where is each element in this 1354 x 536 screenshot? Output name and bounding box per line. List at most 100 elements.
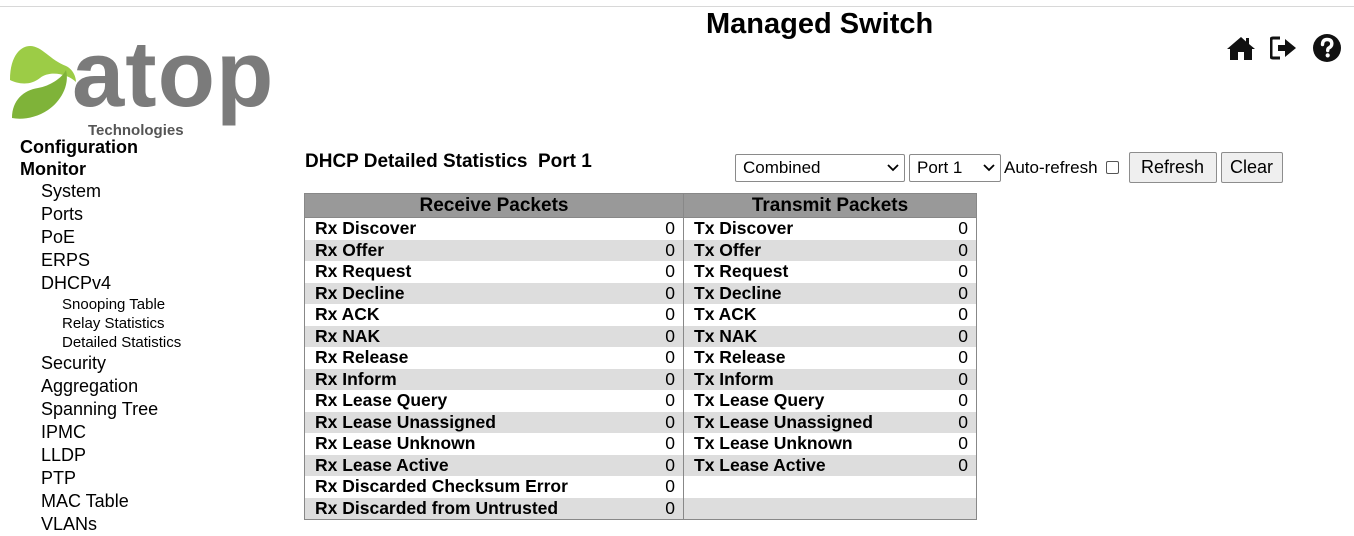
top-divider [0,6,1354,7]
rx-label: Rx Lease Active [304,454,599,476]
port-select-value: Port 1 [917,157,963,177]
tx-label: Tx Lease Unassigned [683,411,898,433]
tx-label: Tx ACK [683,304,898,326]
nav-monitor[interactable]: Monitor [20,158,181,180]
tx-value: 0 [898,325,977,347]
tx-value: 0 [958,218,968,239]
rx-value: 0 [665,476,675,497]
tx-label [683,476,898,498]
nav-sub-relay-statistics[interactable]: Relay Statistics [20,314,181,333]
tx-label: Tx Lease Query [683,390,898,412]
rx-value: 0 [665,261,675,282]
rx-value: 0 [599,282,684,304]
tx-label: Tx NAK [683,325,898,347]
rx-value: 0 [665,347,675,368]
tx-label: Tx Lease Active [683,454,898,476]
table-row: Rx Discarded from Untrusted 0 [304,497,977,520]
tx-label: Tx Inform [683,368,898,390]
rx-label: Rx Inform [304,368,599,390]
tx-value: 0 [898,239,977,261]
nav-item-spanning-tree[interactable]: Spanning Tree [20,398,181,421]
table-row: Rx Release 0 Tx Release 0 [305,347,977,369]
refresh-button[interactable]: Refresh [1128,152,1217,183]
rx-value: 0 [665,390,675,411]
tx-value: 0 [898,411,977,433]
rx-label: Rx Lease Unassigned [304,411,599,433]
rx-label: Rx Release [315,347,409,368]
rx-header: Receive Packets [304,193,684,218]
home-icon[interactable] [1226,35,1256,61]
tx-label: Tx Discover [683,217,898,240]
mode-select[interactable]: Combined [735,153,905,182]
rx-value: 0 [665,433,675,454]
port-select[interactable]: Port 1 [909,153,1001,182]
tx-value: 0 [898,368,977,390]
nav-item-security[interactable]: Security [20,352,181,375]
tx-value: 0 [958,347,968,368]
dhcp-stats-table: Receive Packets Transmit Packets Rx Disc… [304,193,977,520]
tx-value: 0 [958,433,968,454]
rx-value: 0 [665,218,675,239]
mode-select-value: Combined [743,157,821,177]
header-icon-bar [1226,33,1342,63]
rx-label: Rx Decline [304,282,599,304]
table-row: Rx Lease Unassigned 0 Tx Lease Unassigned 0 [304,411,977,433]
nav-sub-detailed-statistics[interactable]: Detailed Statistics [20,333,181,352]
table-row: Rx Lease Query 0 Tx Lease Query 0 [305,390,977,412]
tx-value: 0 [898,282,977,304]
rx-value: 0 [599,368,684,390]
nav-item-system[interactable]: System [20,180,181,203]
nav-item-ports[interactable]: Ports [20,203,181,226]
app-title: Managed Switch [706,8,934,40]
tx-value: 0 [958,261,968,282]
tx-value: 0 [958,390,968,411]
chevron-down-icon [887,163,899,171]
nav-item-aggregation[interactable]: Aggregation [20,375,181,398]
sidebar-nav: Configuration Monitor System Ports PoE E… [20,136,181,536]
table-row: Rx Inform 0 Tx Inform 0 [304,368,977,390]
rx-value: 0 [665,304,675,325]
tx-label: Tx Decline [683,282,898,304]
nav-item-erps[interactable]: ERPS [20,249,181,272]
rx-value: 0 [599,239,684,261]
rx-label: Rx ACK [315,304,380,325]
tx-value [898,497,977,520]
rx-label: Rx Request [315,261,412,282]
auto-refresh-checkbox[interactable] [1105,161,1119,174]
stats-body: Rx Discover 0 Tx Discover 0 Rx Offer 0 Tx Offe… [304,217,977,520]
logout-icon[interactable] [1270,35,1298,61]
table-row: Rx Decline 0 Tx Decline 0 [304,282,977,304]
help-icon[interactable] [1312,33,1342,63]
table-row: Rx Lease Active 0 Tx Lease Active 0 [304,454,977,476]
nav-item-mac-table[interactable]: MAC Table [20,490,181,513]
table-row: Rx NAK 0 Tx NAK 0 [304,325,977,347]
rx-label: Rx NAK [304,325,599,347]
tx-header: Transmit Packets [683,193,977,218]
rx-value: 0 [599,325,684,347]
tx-value: 0 [898,454,977,476]
nav-item-poe[interactable]: PoE [20,226,181,249]
tx-value: 0 [958,304,968,325]
logo-mark-icon [10,46,76,119]
nav-configuration[interactable]: Configuration [20,136,181,158]
toolbar: Combined Port 1 Auto-refresh Refresh Cle… [735,152,1283,183]
tx-label: Tx Lease Unknown [683,433,898,455]
logo-wordmark: atop [72,21,275,126]
nav-item-ipmc[interactable]: IPMC [20,421,181,444]
auto-refresh-label: Auto-refresh [1004,157,1098,177]
chevron-down-icon [983,163,995,171]
tx-label [683,497,898,520]
tx-label: Tx Release [683,347,898,369]
nav-item-lldp[interactable]: LLDP [20,444,181,467]
table-row: Rx Lease Unknown 0 Tx Lease Unknown 0 [305,433,977,455]
nav-sub-snooping-table[interactable]: Snooping Table [20,295,181,314]
rx-label: Rx Discover [315,218,417,239]
tx-label: Tx Offer [683,239,898,261]
rx-value: 0 [599,497,684,520]
nav-item-dhcpv4[interactable]: DHCPv4 [20,272,181,295]
nav-item-ptp[interactable]: PTP [20,467,181,490]
atop-logo[interactable]: atop Technologies [8,21,273,146]
clear-button[interactable]: Clear [1220,152,1283,183]
rx-label: Rx Offer [304,239,599,261]
table-row: Rx Discarded Checksum Error 0 [305,476,977,498]
